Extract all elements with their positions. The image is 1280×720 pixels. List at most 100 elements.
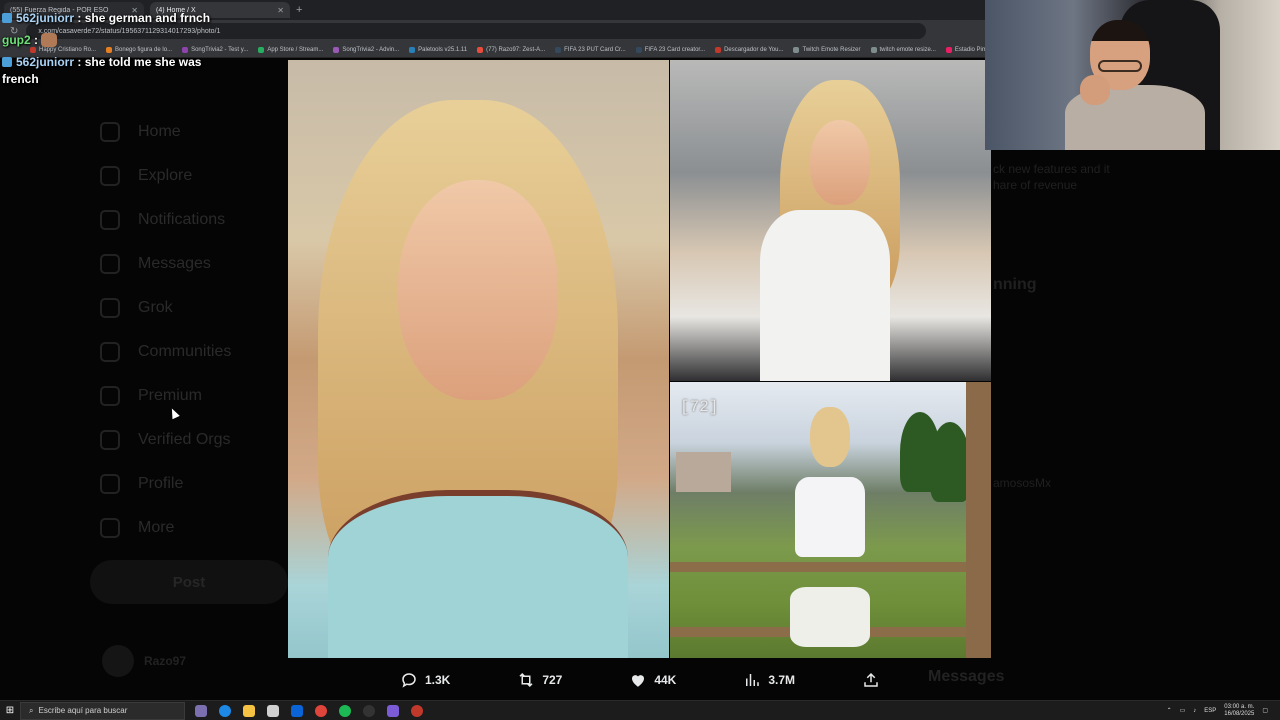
bookmark-label: Twitch Emote Resizer — [802, 46, 861, 53]
username: Razo97 — [144, 654, 187, 668]
volume-icon[interactable]: ♪ — [1193, 708, 1196, 714]
sidebar-item-more[interactable]: More — [90, 506, 290, 550]
repost-button[interactable]: 727 — [517, 671, 562, 689]
bookmark-label: Descargador de You... — [724, 46, 784, 53]
spotify-icon[interactable] — [339, 704, 351, 717]
bookmark-favicon-icon — [715, 46, 722, 53]
post-button[interactable]: Post — [90, 560, 288, 604]
clock-date: 16/08/2025 — [1224, 710, 1255, 717]
photo-subject-shorts — [790, 587, 870, 647]
task-view-icon[interactable] — [195, 704, 207, 717]
photo-subject-hair — [810, 407, 850, 467]
photo-main[interactable] — [288, 60, 669, 658]
sidebar-item-notifications[interactable]: Notifications — [90, 198, 290, 242]
notifications-icon — [100, 210, 120, 230]
sidebar-item-grok[interactable]: Grok — [90, 286, 290, 330]
clock[interactable]: 03:00 a. m. 16/08/2025 — [1224, 704, 1254, 718]
sidebar-item-label: Grok — [138, 299, 173, 316]
sidebar-item-premium[interactable]: Premium — [90, 374, 290, 418]
share-icon — [864, 672, 878, 687]
messages-drawer-label[interactable]: Messages — [928, 668, 1005, 686]
bookmark-label: FIFA 23 Card creator... — [644, 46, 706, 53]
obs-icon[interactable] — [363, 704, 375, 717]
reply-button[interactable]: 1.3K — [400, 671, 450, 689]
notifications-icon[interactable]: ▢ — [1262, 707, 1268, 714]
more-icon — [100, 518, 120, 538]
share-button[interactable] — [862, 671, 880, 689]
photo-subject-top — [795, 477, 865, 557]
profile-icon — [100, 474, 120, 494]
network-icon[interactable]: ▭ — [1180, 707, 1186, 714]
bookmark-favicon-icon — [635, 46, 642, 53]
webcam-person-glasses — [1098, 60, 1142, 72]
bookmark-item[interactable]: FIFA 23 Card creator... — [635, 46, 706, 53]
mail-icon[interactable] — [291, 704, 303, 717]
account-switcher[interactable]: Razo97 — [102, 645, 186, 677]
bookmark-favicon-icon — [409, 46, 416, 53]
verified-orgs-icon — [100, 430, 120, 450]
photo-car[interactable] — [670, 60, 991, 381]
bookmark-item[interactable]: FIFA 23 PUT Card Cr... — [555, 46, 626, 53]
bookmark-item[interactable]: (77) Razo97: Zest-A... — [477, 46, 546, 53]
close-icon[interactable]: ✕ — [277, 6, 284, 15]
sidebar-item-verified-orgs[interactable]: Verified Orgs — [90, 418, 290, 462]
trending-heading: nning — [993, 276, 1037, 293]
chat-username: 562juniorr — [16, 55, 75, 69]
language-indicator[interactable]: ESP — [1204, 708, 1216, 714]
reply-icon — [402, 673, 416, 688]
sidebar-item-profile[interactable]: Profile — [90, 462, 290, 506]
app-icon[interactable] — [411, 704, 423, 717]
windows-start-icon[interactable]: ⊞ — [0, 705, 20, 716]
sidebar-item-explore[interactable]: Explore — [90, 154, 290, 198]
bookmark-favicon-icon — [477, 46, 484, 53]
chat-message: 562juniorr : she told me she was french — [2, 55, 202, 86]
bookmark-item[interactable]: App Store / Stream... — [258, 46, 324, 53]
bookmark-favicon-icon — [333, 46, 340, 53]
file-explorer-icon[interactable] — [243, 704, 255, 717]
bookmark-label: Paletools v25.1.11 — [418, 46, 468, 53]
bookmark-label: SongTrivia2 - Advin... — [342, 46, 400, 53]
sub-badge-icon — [2, 13, 12, 23]
taskbar-search-input[interactable]: ⌕ Escribe aquí para buscar — [20, 701, 185, 720]
chrome-icon[interactable] — [315, 704, 327, 717]
webcam-person-hand — [1080, 75, 1110, 105]
bookmark-label: Estadio Pim... — [954, 46, 985, 53]
bookmark-item[interactable]: SongTrivia2 - Advin... — [333, 46, 400, 53]
photo-subject-top — [760, 210, 890, 381]
photo-fence[interactable]: [72] — [670, 382, 991, 658]
bookmark-label: App Store / Stream... — [267, 46, 324, 53]
new-tab-icon[interactable]: + — [296, 4, 302, 16]
stream-chat: 562juniorr : she german and frnch gup2 :… — [2, 10, 217, 93]
sidebar-item-home[interactable]: Home — [90, 110, 290, 154]
views-button[interactable]: 3.7M — [743, 671, 795, 689]
emote-icon — [41, 33, 58, 47]
sidebar-item-messages[interactable]: Messages — [90, 242, 290, 286]
sidebar-item-label: Profile — [138, 475, 184, 492]
photo-fence-rail — [670, 562, 991, 572]
chevron-up-icon[interactable]: ⌃ — [1167, 707, 1172, 714]
bookmark-item[interactable]: twitch emote resize... — [870, 46, 936, 53]
bookmark-item[interactable]: Estadio Pim... — [945, 46, 985, 53]
sidebar-item-label: Verified Orgs — [138, 431, 231, 448]
bookmark-item[interactable]: Twitch Emote Resizer — [793, 46, 861, 53]
bookmark-label: (77) Razo97: Zest-A... — [486, 46, 546, 53]
bookmark-item[interactable]: Paletools v25.1.11 — [409, 46, 468, 53]
sidebar-item-label: Communities — [138, 343, 232, 360]
like-button[interactable]: 44K — [629, 671, 676, 689]
photo-subject-top — [328, 490, 628, 658]
avatar — [102, 645, 134, 677]
bookmark-favicon-icon — [555, 46, 562, 53]
chat-text: she german and frnch — [84, 11, 211, 25]
photo-subject-face — [810, 120, 870, 205]
bookmark-favicon-icon — [793, 46, 800, 53]
photo-tree — [930, 422, 970, 502]
bookmark-favicon-icon — [870, 46, 877, 53]
home-icon — [100, 122, 120, 142]
suggested-handle: amososMx — [993, 476, 1052, 490]
store-icon[interactable] — [267, 704, 279, 717]
edge-icon[interactable] — [219, 704, 231, 717]
bookmark-item[interactable]: Descargador de You... — [715, 46, 784, 53]
discord-icon[interactable] — [387, 704, 399, 717]
heart-icon — [632, 675, 645, 687]
sidebar-item-communities[interactable]: Communities — [90, 330, 290, 374]
